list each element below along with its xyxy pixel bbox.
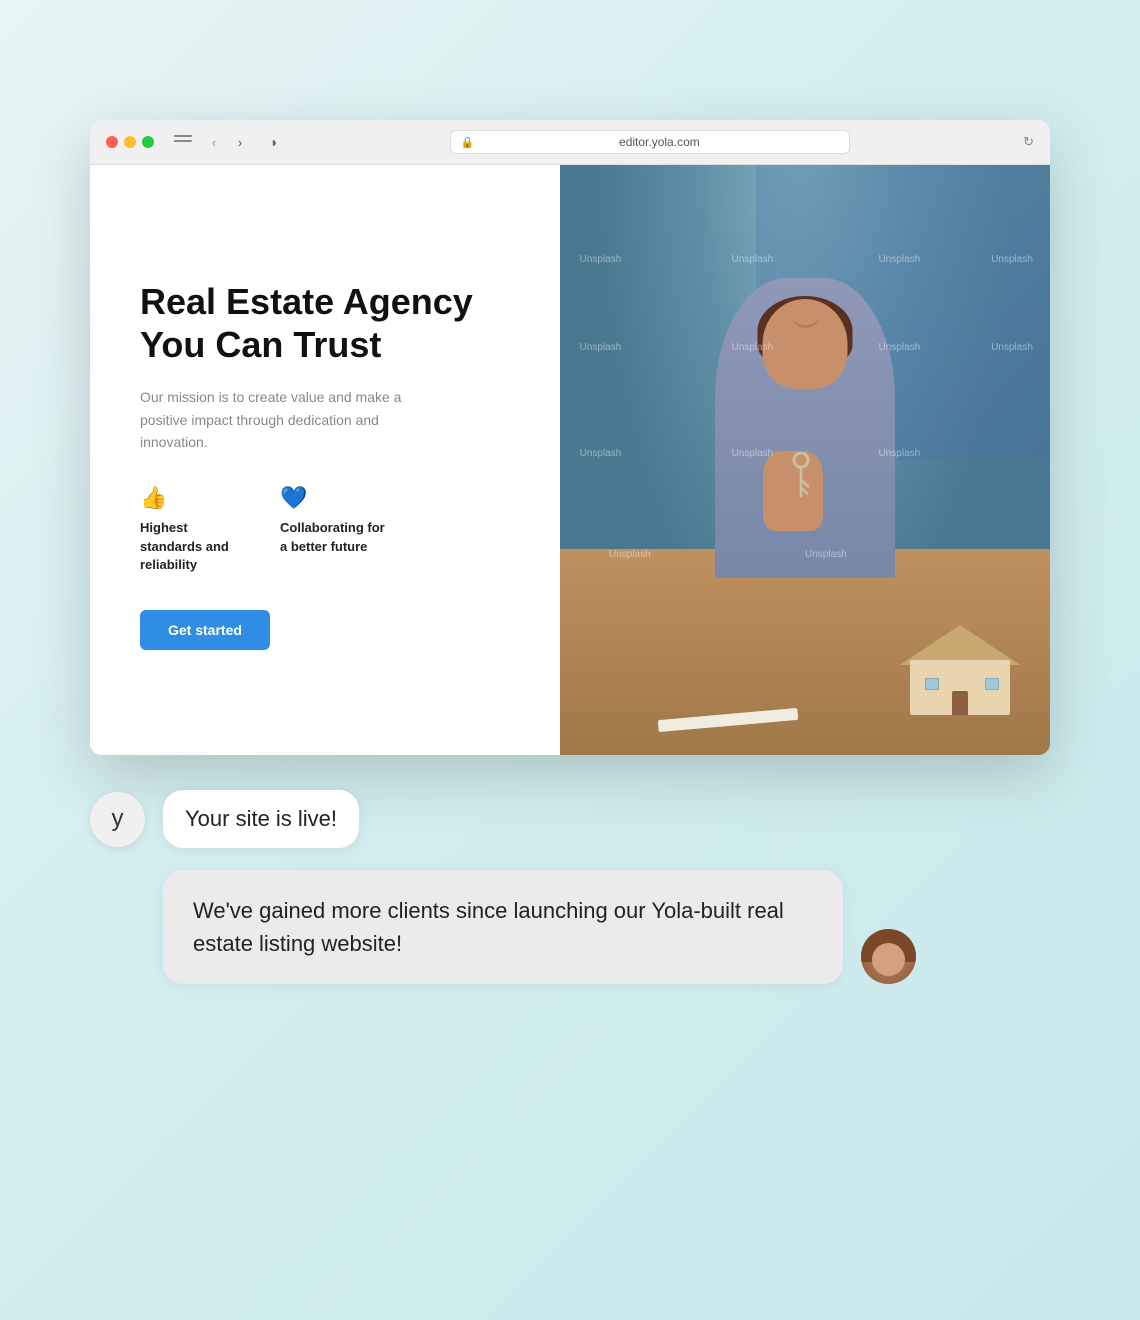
chat-row-2: We've gained more clients since launchin… <box>90 870 1050 984</box>
feature-item-1: 👍 Highest standards and reliability <box>140 485 250 574</box>
lock-icon: 🔒 <box>461 136 475 149</box>
browser-window: ‹ › ◑ 🔒 editor.yola.com ↻ Real Estate Ag… <box>90 120 1050 755</box>
chat-message-2: We've gained more clients since launchin… <box>193 898 784 956</box>
house-body <box>910 660 1010 715</box>
heart-icon: 💙 <box>280 485 390 511</box>
watermark-9: Unsplash <box>580 448 622 459</box>
chat-section: y Your site is live! We've gained more c… <box>90 790 1050 984</box>
sidebar-toggle-icon[interactable] <box>174 135 192 149</box>
brightness-icon: ◑ <box>262 131 284 153</box>
watermark-5: Unsplash <box>580 342 622 353</box>
feature-label-2: Collaborating for a better future <box>280 519 390 555</box>
address-bar[interactable]: 🔒 editor.yola.com <box>450 130 850 154</box>
hero-photo: Unsplash Unsplash Unsplash Unsplash Unsp… <box>560 165 1050 755</box>
browser-nav: ‹ › <box>204 132 250 152</box>
feature-label-1: Highest standards and reliability <box>140 519 250 574</box>
user-avatar <box>861 929 916 984</box>
features-row: 👍 Highest standards and reliability 💙 Co… <box>140 485 510 574</box>
yola-avatar-letter: y <box>112 805 124 833</box>
minimize-button[interactable] <box>124 136 136 148</box>
house-window-left <box>925 678 939 690</box>
house-door <box>952 691 968 715</box>
maximize-button[interactable] <box>142 136 154 148</box>
back-button[interactable]: ‹ <box>204 132 224 152</box>
chat-bubble-1: Your site is live! <box>163 790 359 848</box>
browser-chrome: ‹ › ◑ 🔒 editor.yola.com ↻ <box>90 120 1050 165</box>
chat-bubble-2: We've gained more clients since launchin… <box>163 870 843 984</box>
refresh-icon[interactable]: ↻ <box>1023 134 1034 150</box>
close-button[interactable] <box>106 136 118 148</box>
website-left-panel: Real Estate Agency You Can Trust Our mis… <box>90 165 560 755</box>
website-right-panel: Unsplash Unsplash Unsplash Unsplash Unsp… <box>560 165 1050 755</box>
thumbsup-icon: 👍 <box>140 485 250 511</box>
user-avatar-inner <box>861 929 916 984</box>
feature-item-2: 💙 Collaborating for a better future <box>280 485 390 574</box>
forward-button[interactable]: › <box>230 132 250 152</box>
website-content: Real Estate Agency You Can Trust Our mis… <box>90 165 1050 755</box>
house-window-right <box>985 678 999 690</box>
keys-figure <box>781 452 821 507</box>
yola-avatar: y <box>90 792 145 847</box>
house-model <box>900 625 1020 715</box>
traffic-lights <box>106 136 154 148</box>
person-smile <box>790 313 820 328</box>
watermark-1: Unsplash <box>580 254 622 265</box>
house-roof <box>900 625 1020 665</box>
get-started-button[interactable]: Get started <box>140 610 270 650</box>
hero-subtitle: Our mission is to create value and make … <box>140 386 420 453</box>
chat-row-1: y Your site is live! <box>90 790 1050 848</box>
person-head <box>763 299 848 389</box>
hero-title: Real Estate Agency You Can Trust <box>140 280 510 366</box>
chat-message-1: Your site is live! <box>185 806 337 831</box>
url-text: editor.yola.com <box>480 135 838 149</box>
